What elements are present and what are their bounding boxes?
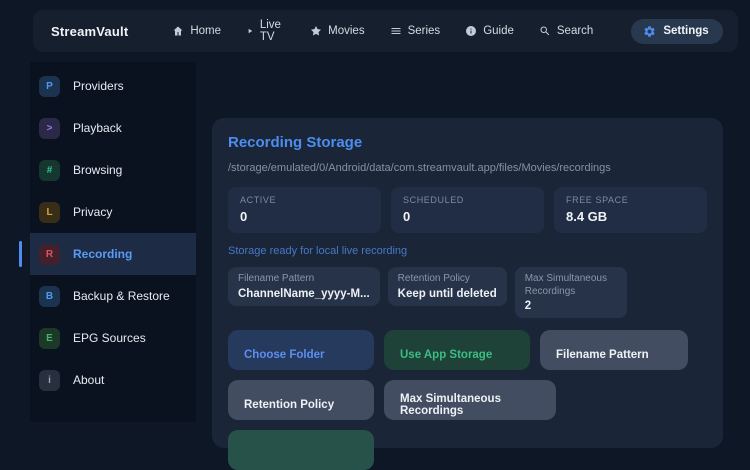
storage-status-text: Storage ready for local live recording	[228, 245, 408, 257]
sidebar-item-label: Recording	[73, 247, 133, 261]
nav-item-movies[interactable]: Movies	[310, 25, 365, 37]
sidebar-item-backup-restore[interactable]: B Backup & Restore	[30, 275, 196, 317]
info-icon	[466, 26, 477, 36]
max-simultaneous-recordings-button[interactable]: Max Simultaneous Recordings	[384, 380, 556, 420]
field-label: Max Simultaneous Recordings	[524, 273, 607, 297]
stat-value: 0	[403, 209, 411, 224]
filename-pattern-button[interactable]: Filename Pattern	[540, 330, 688, 370]
sidebar-item-recording[interactable]: R Recording	[19, 233, 196, 275]
nav-item-settings[interactable]: Settings	[631, 18, 723, 44]
field-max-simultaneous: Max Simultaneous Recordings 2	[514, 267, 627, 318]
recording-badge-icon: R	[39, 243, 60, 265]
backup-badge-icon: B	[39, 285, 60, 307]
recording-settings-summary: Filename Pattern ChannelName_yyyy-M... R…	[228, 267, 707, 318]
stat-card-active: ACTIVE 0	[228, 187, 381, 233]
nav-item-search[interactable]: Search	[539, 25, 593, 37]
nav-item-home[interactable]: Home	[172, 25, 221, 37]
sidebar-item-label: Playback	[73, 121, 122, 135]
top-navigation: Home Live TV Movies Series Guide Search …	[172, 18, 723, 44]
top-bar: StreamVault Home Live TV Movies Series G…	[33, 10, 738, 52]
settings-sidebar: P Providers > Playback # Browsing L Priv…	[19, 62, 196, 422]
nav-label: Live TV	[259, 19, 281, 43]
field-label: Retention Policy	[397, 273, 470, 284]
stat-label: FREE SPACE	[566, 195, 629, 205]
stat-label: SCHEDULED	[403, 195, 464, 205]
nav-label: Search	[556, 25, 594, 37]
stat-card-scheduled: SCHEDULED 0	[391, 187, 544, 233]
sidebar-item-browsing[interactable]: # Browsing	[30, 149, 196, 191]
choose-folder-button[interactable]: Choose Folder	[228, 330, 374, 370]
recording-storage-panel: Recording Storage /storage/emulated/0/An…	[212, 118, 723, 470]
play-icon	[248, 28, 253, 34]
epg-badge-icon: E	[39, 327, 60, 349]
sidebar-item-epg-sources[interactable]: E EPG Sources	[30, 317, 196, 359]
home-icon	[173, 26, 183, 36]
browsing-badge-icon: #	[39, 159, 60, 181]
field-value: Keep until deleted	[397, 287, 497, 300]
recording-actions: Choose Folder Use App Storage Filename P…	[228, 330, 700, 470]
nav-label: Guide	[483, 25, 514, 37]
nav-item-guide[interactable]: Guide	[465, 25, 514, 37]
sidebar-item-label: About	[73, 373, 105, 387]
sidebar-item-label: Backup & Restore	[73, 289, 170, 303]
sidebar-item-playback[interactable]: > Playback	[30, 107, 196, 149]
star-icon	[311, 26, 322, 36]
field-label: Filename Pattern	[238, 273, 315, 284]
app-title: StreamVault	[51, 23, 129, 39]
storage-stats: ACTIVE 0 SCHEDULED 0 FREE SPACE 8.4 GB	[228, 187, 707, 233]
page-title: Recording Storage	[228, 134, 363, 151]
nav-item-series[interactable]: Series	[390, 25, 441, 37]
nav-label: Settings	[663, 25, 709, 37]
partial-green-button[interactable]	[228, 430, 374, 470]
field-retention-policy: Retention Policy Keep until deleted	[387, 267, 507, 306]
stat-value: 8.4 GB	[566, 209, 608, 224]
sidebar-item-label: Privacy	[73, 205, 113, 219]
list-icon	[391, 28, 401, 34]
nav-item-live-tv[interactable]: Live TV	[246, 19, 285, 43]
field-value: 2	[524, 300, 532, 312]
field-value: ChannelName_yyyy-M...	[238, 287, 370, 300]
sidebar-item-label: Browsing	[73, 163, 123, 177]
providers-badge-icon: P	[39, 75, 60, 97]
stat-label: ACTIVE	[240, 195, 277, 205]
gear-icon	[644, 25, 655, 37]
sidebar-item-privacy[interactable]: L Privacy	[30, 191, 196, 233]
stat-card-free-space: FREE SPACE 8.4 GB	[554, 187, 707, 233]
sidebar-item-label: EPG Sources	[73, 331, 146, 345]
nav-label: Movies	[328, 25, 365, 37]
search-icon	[540, 26, 550, 36]
field-filename-pattern: Filename Pattern ChannelName_yyyy-M...	[228, 267, 380, 306]
retention-policy-button[interactable]: Retention Policy	[228, 380, 374, 420]
nav-label: Series	[407, 25, 441, 37]
privacy-badge-icon: L	[39, 201, 60, 223]
playback-badge-icon: >	[39, 117, 60, 139]
about-badge-icon: i	[39, 369, 60, 391]
nav-label: Home	[190, 25, 222, 37]
sidebar-item-about[interactable]: i About	[30, 359, 196, 401]
use-app-storage-button[interactable]: Use App Storage	[384, 330, 530, 370]
sidebar-item-label: Providers	[73, 79, 124, 93]
sidebar-item-providers[interactable]: P Providers	[30, 65, 196, 107]
storage-path: /storage/emulated/0/Android/data/com.str…	[228, 162, 611, 174]
stat-value: 0	[240, 209, 248, 224]
